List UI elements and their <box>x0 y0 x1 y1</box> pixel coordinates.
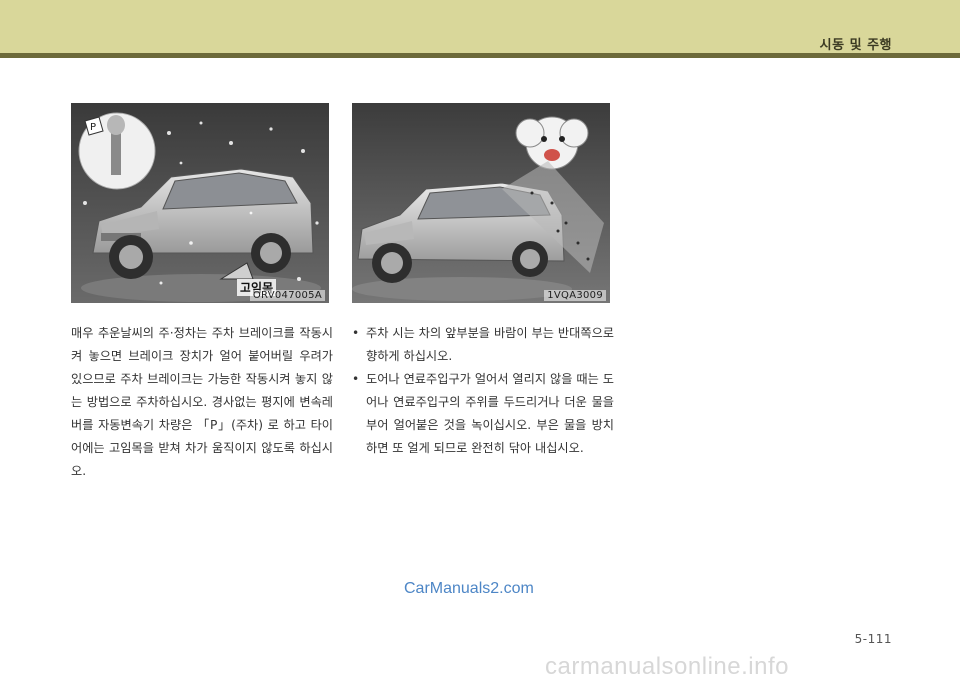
bullet-item: • 주차 시는 차의 앞부분을 바람이 부는 반대쪽으로 향하게 하십시오. <box>352 322 614 368</box>
figure-car-wind: 1VQA3009 <box>352 103 610 303</box>
footer-watermark: carmanualsonline.info <box>545 653 789 680</box>
section-title: 시동 및 주행 <box>819 38 892 53</box>
figure-code: 1VQA3009 <box>544 290 606 301</box>
page-number: 5-111 <box>854 632 892 646</box>
watermark-link[interactable]: CarManuals2.com <box>404 580 534 598</box>
bullet-text: 주차 시는 차의 앞부분을 바람이 부는 반대쪽으로 향하게 하십시오. <box>366 326 614 363</box>
parking-brake-paragraph: 매우 추운날씨의 주·정차는 주차 브레이크를 작동시켜 놓으면 브레이크 장치… <box>71 326 333 478</box>
figure-parked-car-chock: P 고임목 ORV047005A <box>71 103 329 303</box>
header-band <box>0 0 960 55</box>
bullet-item: • 도어나 연료주입구가 얼어서 열리지 않을 때는 도어나 연료주입구의 주위… <box>352 368 614 460</box>
bullet-text: 도어나 연료주입구가 얼어서 열리지 않을 때는 도어나 연료주입구의 주위를 … <box>366 372 614 455</box>
winter-parking-tips: • 주차 시는 차의 앞부분을 바람이 부는 반대쪽으로 향하게 하십시오. •… <box>352 322 614 460</box>
car-chock-illustration: P <box>71 103 329 303</box>
bullet-glyph: • <box>352 372 360 386</box>
car-wind-illustration <box>352 103 610 303</box>
svg-text:P: P <box>90 122 96 133</box>
header-rule <box>0 53 960 58</box>
figure-code: ORV047005A <box>249 290 325 301</box>
bullet-glyph: • <box>352 326 360 340</box>
